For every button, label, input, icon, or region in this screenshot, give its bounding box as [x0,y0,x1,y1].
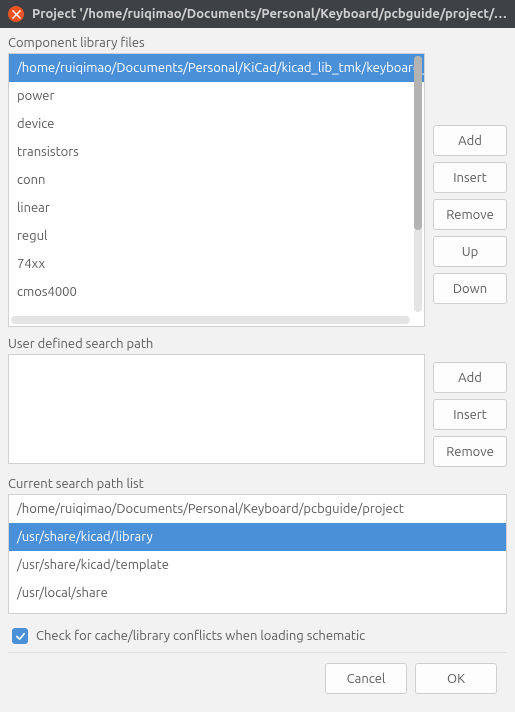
lib-add-button[interactable]: Add [433,125,507,156]
ok-button[interactable]: OK [415,663,497,694]
list-item[interactable]: transistors [9,138,424,166]
userpath-insert-button[interactable]: Insert [433,399,507,430]
lib-files-label: Component library files [8,36,507,50]
user-paths-label: User defined search path [8,337,507,351]
userpath-add-button[interactable]: Add [433,362,507,393]
lib-up-button[interactable]: Up [433,236,507,267]
cancel-button[interactable]: Cancel [325,663,407,694]
current-paths-label: Current search path list [8,477,507,491]
list-item[interactable]: /usr/share/kicad/library [9,523,506,551]
list-item[interactable]: 74xx [9,250,424,278]
user-paths-listbox[interactable] [8,354,425,464]
userpath-remove-button[interactable]: Remove [433,436,507,467]
list-item[interactable]: /home/ruiqimao/Documents/Personal/Keyboa… [9,495,506,523]
list-item[interactable]: /usr/share/kicad/template [9,551,506,579]
list-item[interactable]: regul [9,222,424,250]
titlebar: Project '/home/ruiqimao/Documents/Person… [0,0,515,28]
scrollbar-horizontal[interactable] [11,316,410,324]
check-conflicts-label: Check for cache/library conflicts when l… [36,629,365,643]
close-icon[interactable] [8,6,24,22]
list-item[interactable]: cmos4000 [9,278,424,306]
window-title: Project '/home/ruiqimao/Documents/Person… [32,7,507,21]
list-item[interactable]: device [9,110,424,138]
lib-files-listbox[interactable]: /home/ruiqimao/Documents/Personal/KiCad/… [8,53,425,327]
list-item[interactable]: linear [9,194,424,222]
lib-insert-button[interactable]: Insert [433,162,507,193]
list-item[interactable]: /usr/local/share [9,579,506,607]
list-item[interactable]: /home/ruiqimao/Documents/Personal/KiCad/… [9,54,424,82]
current-paths-listbox[interactable]: /home/ruiqimao/Documents/Personal/Keyboa… [8,494,507,614]
separator [8,652,507,653]
checkbox-icon[interactable] [12,628,28,644]
lib-remove-button[interactable]: Remove [433,199,507,230]
check-conflicts-row[interactable]: Check for cache/library conflicts when l… [12,628,507,644]
scrollbar-vertical[interactable] [414,56,422,312]
list-item[interactable]: conn [9,166,424,194]
list-item[interactable]: power [9,82,424,110]
lib-down-button[interactable]: Down [433,273,507,304]
